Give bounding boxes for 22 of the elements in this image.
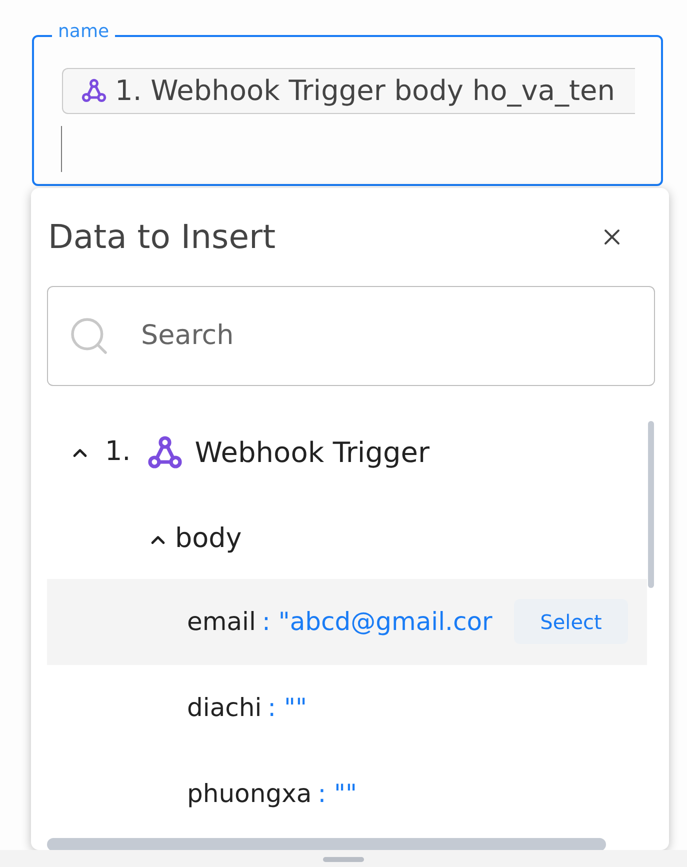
scrollbar[interactable] [47, 838, 606, 850]
data-row[interactable]: phuongxa : "" [47, 750, 647, 836]
field-key: phuongxa [187, 774, 312, 812]
data-row[interactable]: email : "abcd@gmail.cor Select [47, 578, 647, 664]
text-cursor [61, 126, 62, 172]
step-number: 1. [105, 435, 131, 470]
tree-item[interactable]: body [175, 519, 242, 560]
panel-title: Data to Insert [48, 216, 276, 258]
data-chip[interactable]: 1. Webhook Trigger body ho_va_ten [62, 68, 635, 114]
field-value: : "abcd@gmail.cor [262, 606, 492, 638]
webhook-icon [146, 434, 183, 470]
search-field[interactable]: Search [47, 286, 655, 386]
field-key: diachi [187, 688, 262, 726]
field-value: : "" [268, 692, 308, 724]
select-button[interactable]: Select [514, 599, 628, 644]
field-value: : "" [318, 778, 358, 810]
resize-handle[interactable] [323, 857, 364, 862]
tree-item[interactable]: Webhook Trigger [194, 432, 430, 474]
webhook-icon [81, 78, 107, 104]
scrollbar[interactable] [648, 420, 654, 588]
field-key: email [187, 602, 256, 640]
data-row[interactable]: diachi : "" [47, 664, 647, 750]
